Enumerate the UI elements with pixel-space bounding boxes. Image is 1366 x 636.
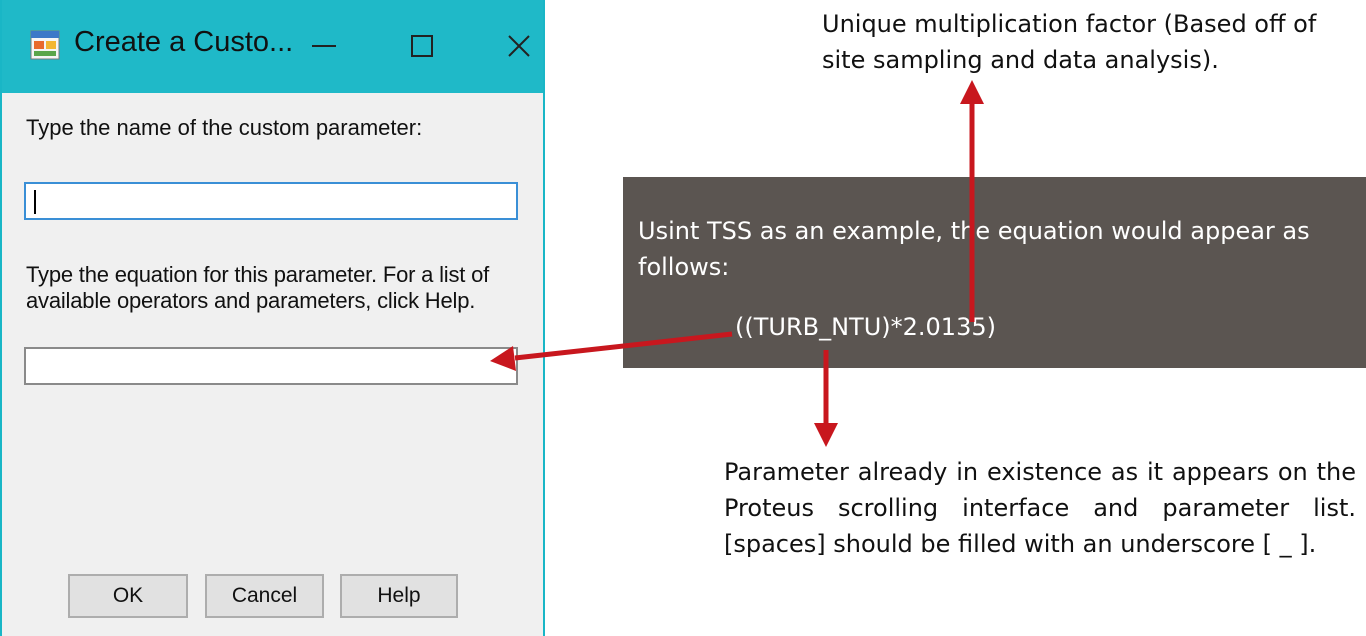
arrowhead-left [490, 346, 516, 371]
arrowhead-down [814, 423, 838, 447]
annotation-arrows [490, 80, 984, 447]
arrowhead-up [960, 80, 984, 104]
arrow-to-equation-field [514, 331, 733, 361]
